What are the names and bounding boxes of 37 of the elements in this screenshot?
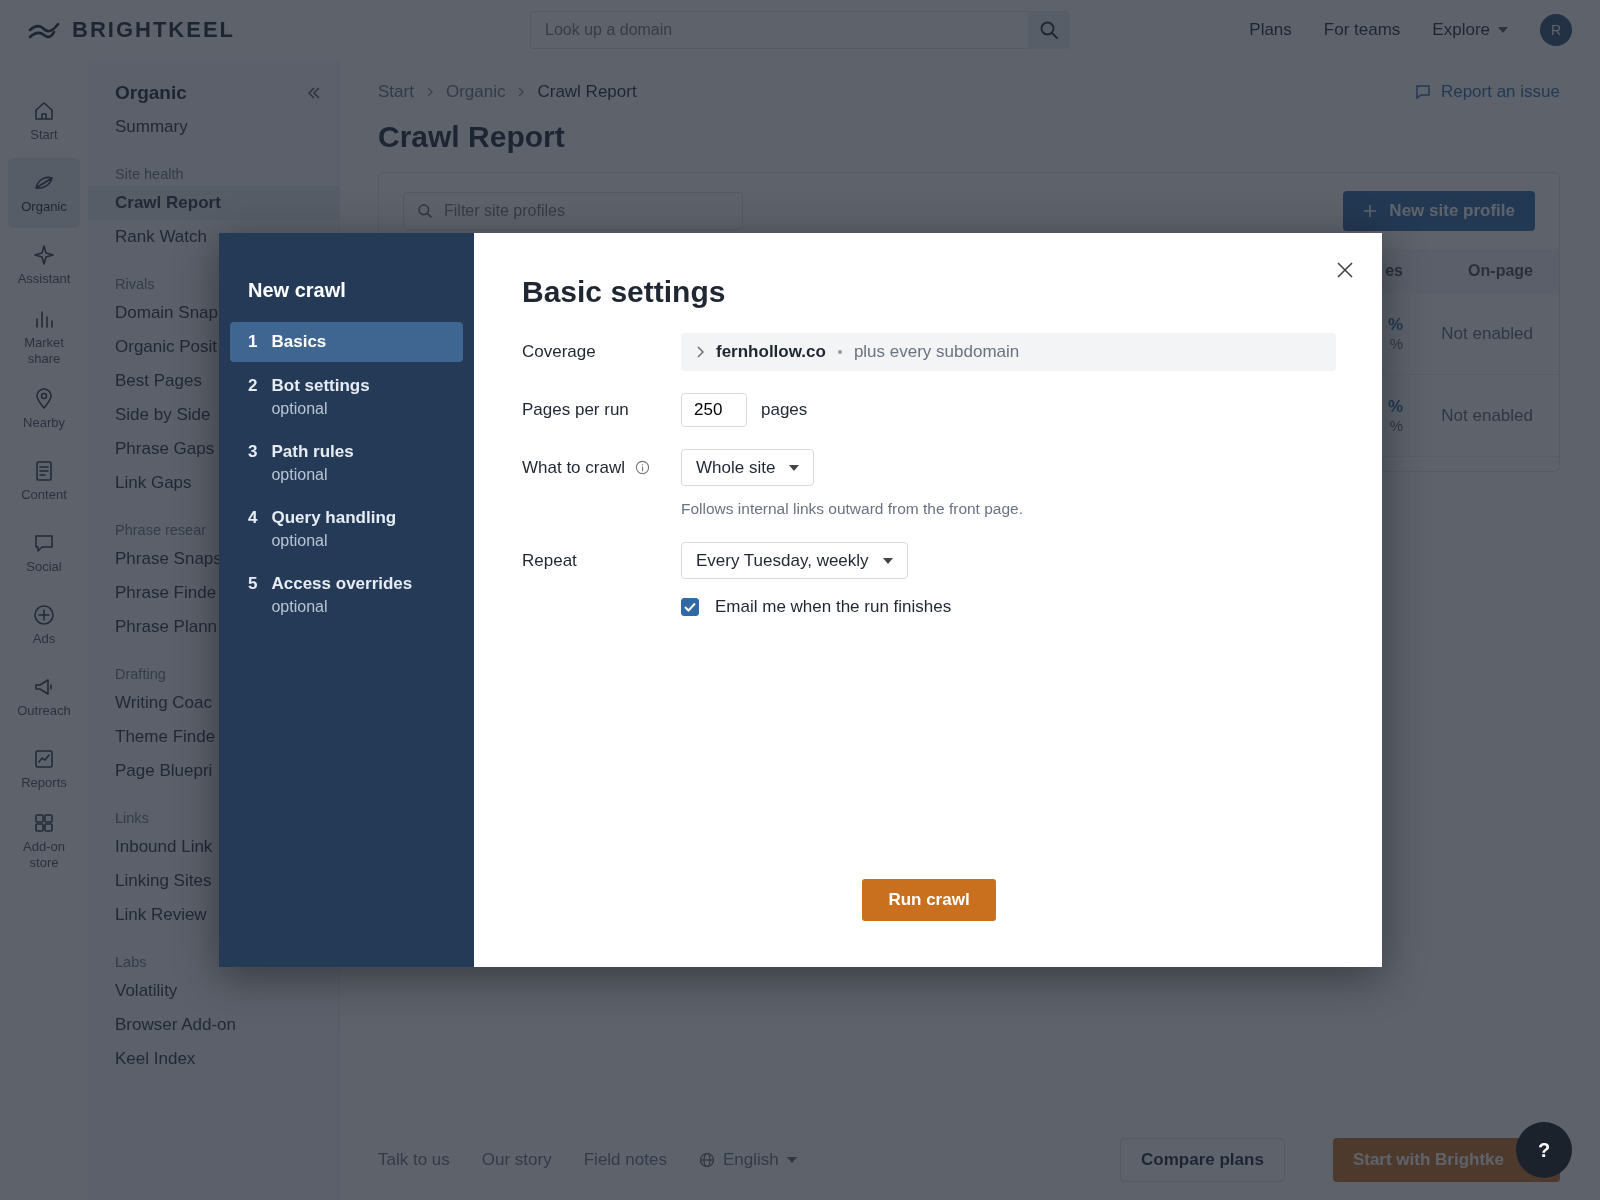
run-crawl-button[interactable]: Run crawl xyxy=(862,879,996,921)
page-title: Crawl Report xyxy=(378,120,566,154)
step-item[interactable]: 3 Path rules optional xyxy=(230,432,463,494)
help-text: Follows internal links outward from the front page. xyxy=(681,500,1025,518)
unit-label: pages xyxy=(761,400,808,420)
repeat-dropdown[interactable]: Every Tuesday, weekly xyxy=(681,542,908,579)
email-checkbox[interactable] xyxy=(681,598,699,616)
step-item[interactable]: 5 Access overrides optional xyxy=(230,564,463,626)
field-label: Repeat xyxy=(522,550,578,571)
table-cell: % xyxy=(1389,417,1403,434)
table-cell: % xyxy=(1389,335,1403,352)
brand-name: BRIGHTKEEL xyxy=(72,17,235,43)
close-icon[interactable] xyxy=(1336,261,1354,279)
dialog-title: New crawl xyxy=(247,279,347,303)
coverage-field[interactable]: fernhollow.co plus every subdomain xyxy=(681,333,1336,371)
pages-input[interactable]: 250 xyxy=(681,393,747,427)
checkmark-icon xyxy=(684,602,696,612)
checkbox-label: Email me when the run finishes xyxy=(715,597,952,617)
sidebar-title: Organic xyxy=(115,82,187,104)
info-icon[interactable] xyxy=(635,460,650,475)
breadcrumb-link[interactable]: Crawl Report xyxy=(537,82,637,102)
field-label: Coverage xyxy=(522,342,597,362)
domain-text: fernhollow.co xyxy=(716,342,826,362)
scope-text: plus every subdomain xyxy=(853,342,1020,362)
table-cell: % xyxy=(1387,397,1403,417)
separator-dot xyxy=(837,350,842,354)
table-cell: % xyxy=(1387,315,1403,335)
field-label: Pages per run xyxy=(522,400,630,420)
caret-icon xyxy=(882,557,893,564)
chevron-icon xyxy=(697,346,704,358)
crawl-scope-dropdown[interactable]: Whole site xyxy=(681,449,815,486)
step-item[interactable]: 4 Query handling optional xyxy=(230,498,463,560)
step-item[interactable]: 2 Bot settings optional xyxy=(230,366,463,428)
step-item[interactable]: 1 Basics xyxy=(230,322,463,362)
form-heading: Basic settings xyxy=(522,275,727,309)
field-label: What to crawl xyxy=(522,457,681,478)
caret-icon xyxy=(789,464,800,471)
